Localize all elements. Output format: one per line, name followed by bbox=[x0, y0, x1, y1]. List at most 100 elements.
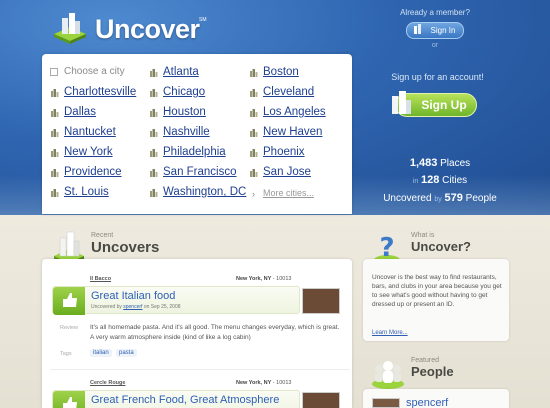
featured-user-link[interactable]: spencerf bbox=[406, 397, 448, 408]
city-name: Atlanta bbox=[163, 66, 199, 78]
people-title: People bbox=[411, 364, 454, 379]
city-icon bbox=[51, 109, 59, 117]
location-text: New York, NY bbox=[236, 276, 272, 282]
learn-more-link[interactable]: Learn More... bbox=[372, 330, 408, 336]
city-name: Chicago bbox=[163, 86, 206, 98]
cities-count: 128 bbox=[421, 174, 440, 186]
city-icon bbox=[250, 109, 258, 117]
by-word: by bbox=[434, 196, 442, 203]
brand-name: Uncover bbox=[95, 14, 200, 44]
feed-item-header: Cercle Rouge New York, NY - 10013 bbox=[90, 380, 340, 386]
more-cities-text: More cities... bbox=[263, 188, 315, 198]
city-link[interactable]: Washington, DC bbox=[150, 186, 246, 198]
logo[interactable]: Uncover SM bbox=[52, 8, 212, 48]
review-byline: Uncovered by spencerf on Sep 25, 2008 bbox=[91, 304, 181, 310]
more-cities-link[interactable]: › More cities... bbox=[252, 188, 315, 199]
review-card[interactable]: Great French Food, Great Atmosphere bbox=[52, 390, 300, 408]
city-link[interactable]: Charlottesville bbox=[51, 86, 136, 98]
city-link[interactable]: Nantucket bbox=[51, 126, 116, 138]
author-link[interactable]: spencerf bbox=[123, 304, 142, 310]
places-count: 1,483 bbox=[409, 157, 438, 169]
cities-stat: in 128 Cities bbox=[370, 172, 510, 190]
city-link[interactable]: Los Angeles bbox=[250, 106, 326, 118]
by-prefix: Uncovered by bbox=[91, 304, 122, 310]
uncovered-label: Uncovered bbox=[383, 193, 432, 204]
city-link[interactable]: Chicago bbox=[150, 86, 206, 98]
review-title[interactable]: Great French Food, Great Atmosphere bbox=[91, 394, 279, 406]
chevron-right-icon: › bbox=[252, 189, 255, 199]
user-photo[interactable] bbox=[302, 288, 340, 314]
city-name: St. Louis bbox=[64, 186, 109, 198]
in-word: in bbox=[412, 178, 419, 185]
whatis-title: Uncover? bbox=[411, 239, 471, 254]
recent-feed: Il Bacco New York, NY - 10013 Great Ital… bbox=[42, 259, 352, 408]
city-link[interactable]: Houston bbox=[150, 106, 206, 118]
city-link[interactable]: Philadelphia bbox=[150, 146, 226, 158]
city-link[interactable]: San Francisco bbox=[150, 166, 237, 178]
divider bbox=[50, 369, 350, 370]
location-text: New York, NY bbox=[236, 380, 272, 386]
people-label: People bbox=[465, 193, 497, 204]
zip-text: 10013 bbox=[276, 276, 292, 282]
city-link[interactable]: Atlanta bbox=[150, 66, 199, 78]
city-link[interactable]: Boston bbox=[250, 66, 299, 78]
city-name: Cleveland bbox=[263, 86, 315, 98]
review-date: on Sep 25, 2008 bbox=[143, 304, 181, 310]
thumbs-up-icon bbox=[53, 287, 85, 315]
city-icon bbox=[150, 69, 158, 77]
or-text: or bbox=[431, 42, 439, 49]
city-icon bbox=[250, 89, 258, 97]
place-link[interactable]: Cercle Rouge bbox=[90, 380, 125, 386]
user-photo[interactable] bbox=[302, 392, 340, 408]
city-link[interactable]: St. Louis bbox=[51, 186, 109, 198]
place-link[interactable]: Il Bacco bbox=[90, 276, 111, 282]
review-label: Review bbox=[60, 325, 79, 331]
city-icon bbox=[250, 149, 258, 157]
people-small-label: Featured bbox=[411, 357, 440, 364]
member-box: Already a member? Sign In or bbox=[385, 8, 485, 49]
city-name: Providence bbox=[64, 166, 122, 178]
city-link[interactable]: New York bbox=[51, 146, 113, 158]
choose-city-label: Choose a city bbox=[50, 66, 125, 77]
places-stat: 1,483 Places bbox=[370, 155, 510, 172]
people-stat: Uncovered by 579 People bbox=[370, 190, 510, 208]
city-icon bbox=[51, 129, 59, 137]
city-link[interactable]: New Haven bbox=[250, 126, 322, 138]
sign-in-label: Sign In bbox=[430, 26, 456, 35]
signup-prompt: Sign up for an account! bbox=[391, 72, 484, 82]
city-picker-panel: Choose a city Atlanta Boston Charlottesvil… bbox=[42, 54, 352, 214]
sign-in-button[interactable]: Sign In bbox=[405, 22, 465, 39]
city-link[interactable]: San Jose bbox=[250, 166, 311, 178]
whatis-small-label: What is bbox=[411, 232, 435, 239]
city-link[interactable]: Nashville bbox=[150, 126, 210, 138]
recent-title: Uncovers bbox=[91, 239, 160, 256]
city-link[interactable]: Providence bbox=[51, 166, 122, 178]
whatis-text: Uncover is the best way to find restaura… bbox=[372, 274, 502, 308]
city-icon bbox=[392, 91, 411, 114]
city-icon bbox=[150, 149, 158, 157]
choose-city-text: Choose a city bbox=[64, 66, 125, 77]
featured-user-photo[interactable] bbox=[372, 398, 400, 408]
featured-people-box: spencerf bbox=[363, 389, 509, 408]
city-name: Nantucket bbox=[64, 126, 116, 138]
whatis-box: Uncover is the best way to find restaura… bbox=[363, 259, 509, 341]
review-title[interactable]: Great Italian food bbox=[91, 290, 175, 302]
city-icon bbox=[413, 24, 421, 34]
city-name: Philadelphia bbox=[163, 146, 226, 158]
recent-small-label: Recent bbox=[91, 232, 114, 239]
city-icon bbox=[150, 189, 158, 197]
tag-link[interactable]: pasta bbox=[116, 349, 137, 357]
feed-item-header: Il Bacco New York, NY - 10013 bbox=[90, 276, 340, 282]
tag-link[interactable]: italian bbox=[90, 349, 112, 357]
city-link[interactable]: Phoenix bbox=[250, 146, 305, 158]
city-link[interactable]: Cleveland bbox=[250, 86, 315, 98]
places-label: Places bbox=[440, 158, 471, 169]
city-name: Phoenix bbox=[263, 146, 305, 158]
review-card[interactable]: Great Italian food Uncovered by spencerf… bbox=[52, 286, 300, 315]
city-icon bbox=[51, 169, 59, 177]
city-icon bbox=[150, 89, 158, 97]
city-link[interactable]: Dallas bbox=[51, 106, 96, 118]
city-name: Houston bbox=[163, 106, 206, 118]
city-name: Los Angeles bbox=[263, 106, 326, 118]
city-name: New York bbox=[64, 146, 113, 158]
